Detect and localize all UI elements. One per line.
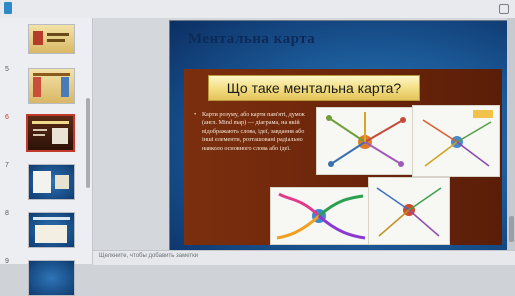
slide-title[interactable]: Ментальна карта <box>188 31 315 48</box>
mind-map-image-4[interactable] <box>368 177 450 245</box>
bullet-marker: • <box>194 111 197 118</box>
slide-thumbnail[interactable] <box>28 24 75 54</box>
restore-icon[interactable] <box>499 4 509 14</box>
slide-thumbnail[interactable] <box>28 164 75 200</box>
scrollbar-thumb[interactable] <box>509 216 514 242</box>
slide-thumbnail-pane[interactable]: 5 6 7 8 9 <box>0 18 93 296</box>
app-tab-icon[interactable] <box>4 2 12 14</box>
slide-thumbnail[interactable] <box>28 212 75 248</box>
content-panel[interactable]: Що таке ментальна карта? • Карти розуму,… <box>184 69 502 245</box>
slide-number: 5 <box>5 66 9 73</box>
slide-thumbnail-selected[interactable] <box>26 114 75 152</box>
slide-number: 6 <box>5 114 9 121</box>
notes-placeholder[interactable]: Щелкните, чтобы добавить заметки <box>99 253 198 259</box>
bullet-body: Карти розуму, або карти пам'яті, думок (… <box>202 111 305 152</box>
current-slide[interactable]: Ментальна карта Що таке ментальна карта?… <box>169 20 513 252</box>
slide-editing-area[interactable]: Ментальна карта Що таке ментальна карта?… <box>93 18 515 252</box>
slide-thumbnail[interactable] <box>28 260 75 296</box>
slide-banner[interactable]: Що таке ментальна карта? <box>208 75 420 101</box>
slide-thumbnail[interactable] <box>28 68 75 104</box>
notes-pane[interactable]: Щелкните, чтобы добавить заметки <box>93 250 515 265</box>
mind-map-image-2[interactable] <box>412 105 500 177</box>
thumbnail-scrollbar[interactable] <box>86 98 90 188</box>
mind-map-image-3[interactable] <box>270 187 370 245</box>
vertical-scrollbar[interactable] <box>507 18 515 250</box>
slide-number: 7 <box>5 162 9 169</box>
bullet-text[interactable]: • Карти розуму, або карти пам'яті, думок… <box>194 111 312 153</box>
mind-map-image-1[interactable] <box>316 107 414 175</box>
window-top-strip <box>0 0 515 18</box>
slide-number: 8 <box>5 210 9 217</box>
